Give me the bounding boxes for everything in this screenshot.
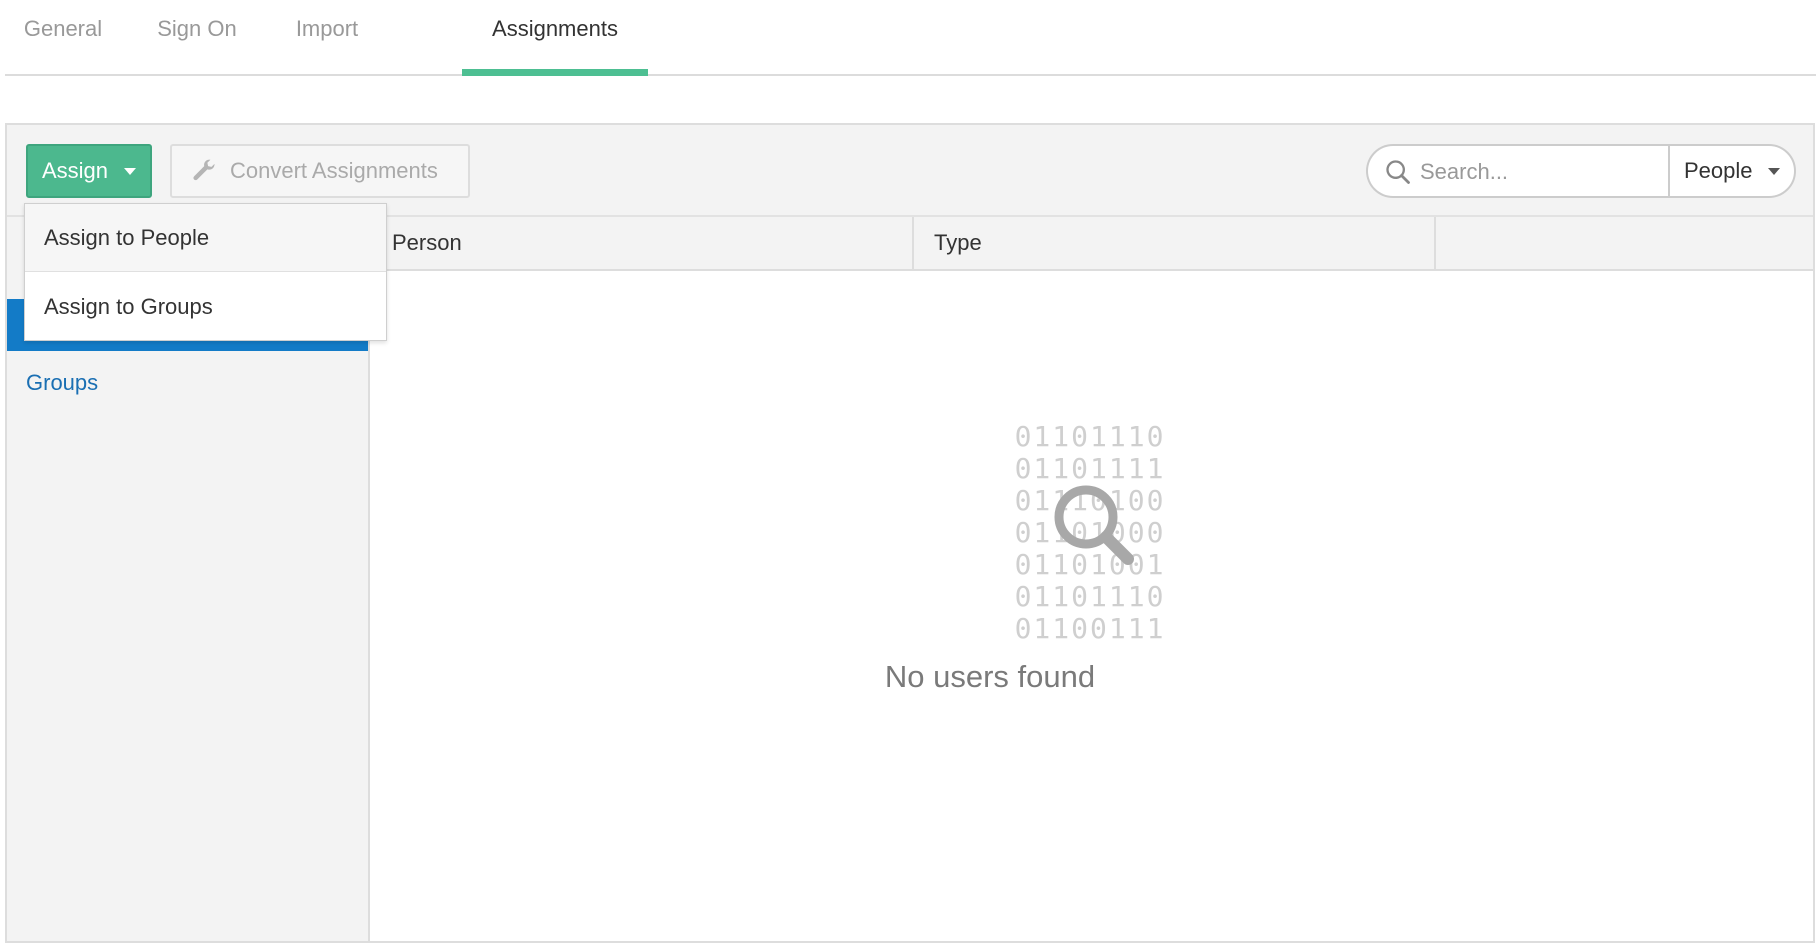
binary-line: 01101110 <box>1014 420 1166 453</box>
assign-button-label: Assign <box>42 158 109 183</box>
tab-bar: General Sign On Import Assignments <box>5 0 1816 76</box>
convert-assignments-label: Convert Assignments <box>230 158 438 183</box>
search-input[interactable] <box>1418 154 1652 190</box>
tab-general[interactable]: General <box>23 0 103 74</box>
people-filter-select[interactable]: People <box>1668 144 1796 198</box>
people-filter-value: People <box>1684 158 1753 183</box>
caret-down-icon <box>1768 168 1780 175</box>
assign-dropdown-menu: Assign to People Assign to Groups <box>24 203 387 341</box>
menu-item-assign-to-groups[interactable]: Assign to Groups <box>25 273 386 341</box>
tab-assignments[interactable]: Assignments <box>462 0 648 76</box>
binary-line: 01100111 <box>1014 612 1166 645</box>
search-box <box>1366 144 1668 198</box>
binary-line: 01101110 <box>1014 580 1166 613</box>
wrench-icon <box>193 159 215 181</box>
convert-assignments-button[interactable]: Convert Assignments <box>170 144 470 198</box>
assign-button[interactable]: Assign <box>26 144 152 198</box>
empty-state: 01101110 01101111 01110100 01101000 0110… <box>370 271 1813 941</box>
column-header-person[interactable]: Person <box>392 217 914 269</box>
empty-state-message: No users found <box>884 659 1096 694</box>
table-header: Person Type <box>370 217 1813 271</box>
search-icon <box>1386 160 1410 184</box>
sidebar-item-groups[interactable]: Groups <box>7 357 368 409</box>
magnifier-icon <box>1054 485 1134 565</box>
caret-down-icon <box>124 168 136 175</box>
tab-import[interactable]: Import <box>293 0 361 74</box>
tab-sign-on[interactable]: Sign On <box>155 0 239 74</box>
column-header-type[interactable]: Type <box>914 217 1436 269</box>
menu-item-assign-to-people[interactable]: Assign to People <box>25 204 386 272</box>
sidebar-item-label: Groups <box>26 370 99 395</box>
